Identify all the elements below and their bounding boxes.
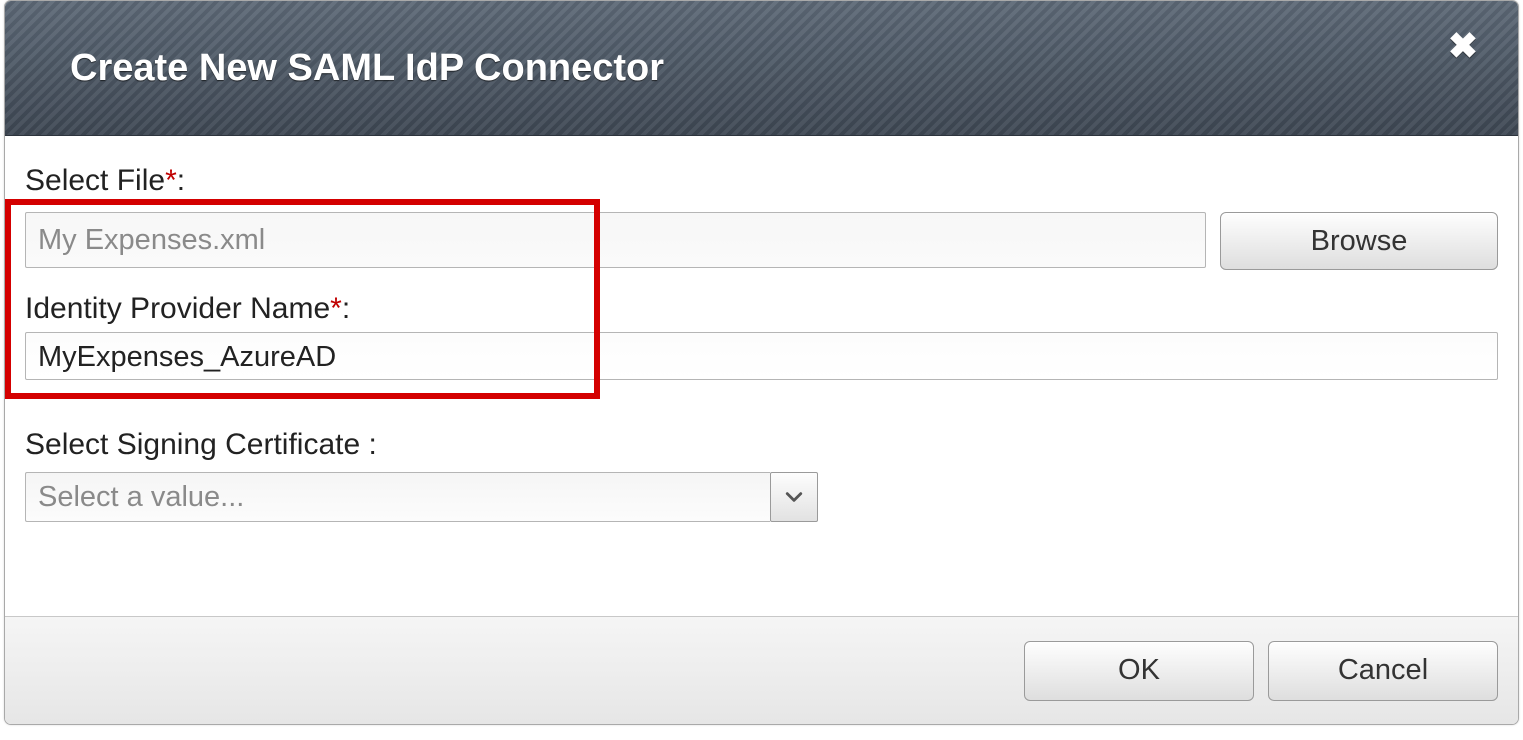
signing-cert-label: Select Signing Certificate : (25, 428, 1498, 462)
dialog-body: Select File*: My Expenses.xml Browse Ide… (5, 136, 1518, 616)
idp-name-label: Identity Provider Name*: (25, 292, 1498, 326)
signing-cert-dropdown-button[interactable] (770, 472, 818, 522)
idp-name-input[interactable]: MyExpenses_AzureAD (25, 332, 1498, 380)
required-asterisk: * (330, 292, 342, 325)
signing-cert-placeholder: Select a value... (38, 481, 244, 514)
select-file-label: Select File*: (25, 164, 1498, 198)
required-asterisk: * (165, 164, 177, 197)
signing-cert-select[interactable]: Select a value... (25, 472, 770, 522)
chevron-down-icon (785, 491, 803, 503)
dialog-header: Create New SAML IdP Connector ✖ (5, 1, 1518, 136)
ok-button-label: OK (1118, 654, 1160, 687)
dialog-title: Create New SAML IdP Connector (70, 47, 664, 90)
cancel-button[interactable]: Cancel (1268, 641, 1498, 701)
cancel-button-label: Cancel (1338, 654, 1428, 687)
signing-cert-label-text: Select Signing Certificate (25, 428, 369, 461)
ok-button[interactable]: OK (1024, 641, 1254, 701)
close-icon[interactable]: ✖ (1448, 25, 1478, 67)
colon: : (177, 164, 185, 197)
browse-button[interactable]: Browse (1220, 212, 1498, 270)
dialog: Create New SAML IdP Connector ✖ Select F… (4, 0, 1519, 725)
browse-button-label: Browse (1311, 225, 1408, 258)
idp-name-input-value: MyExpenses_AzureAD (38, 341, 336, 374)
idp-name-label-text: Identity Provider Name (25, 292, 330, 325)
select-file-label-text: Select File (25, 164, 165, 197)
select-file-input[interactable]: My Expenses.xml (25, 212, 1206, 268)
dialog-footer: OK Cancel (5, 616, 1518, 724)
colon: : (342, 292, 350, 325)
colon: : (369, 428, 377, 461)
select-file-input-value: My Expenses.xml (38, 224, 265, 257)
